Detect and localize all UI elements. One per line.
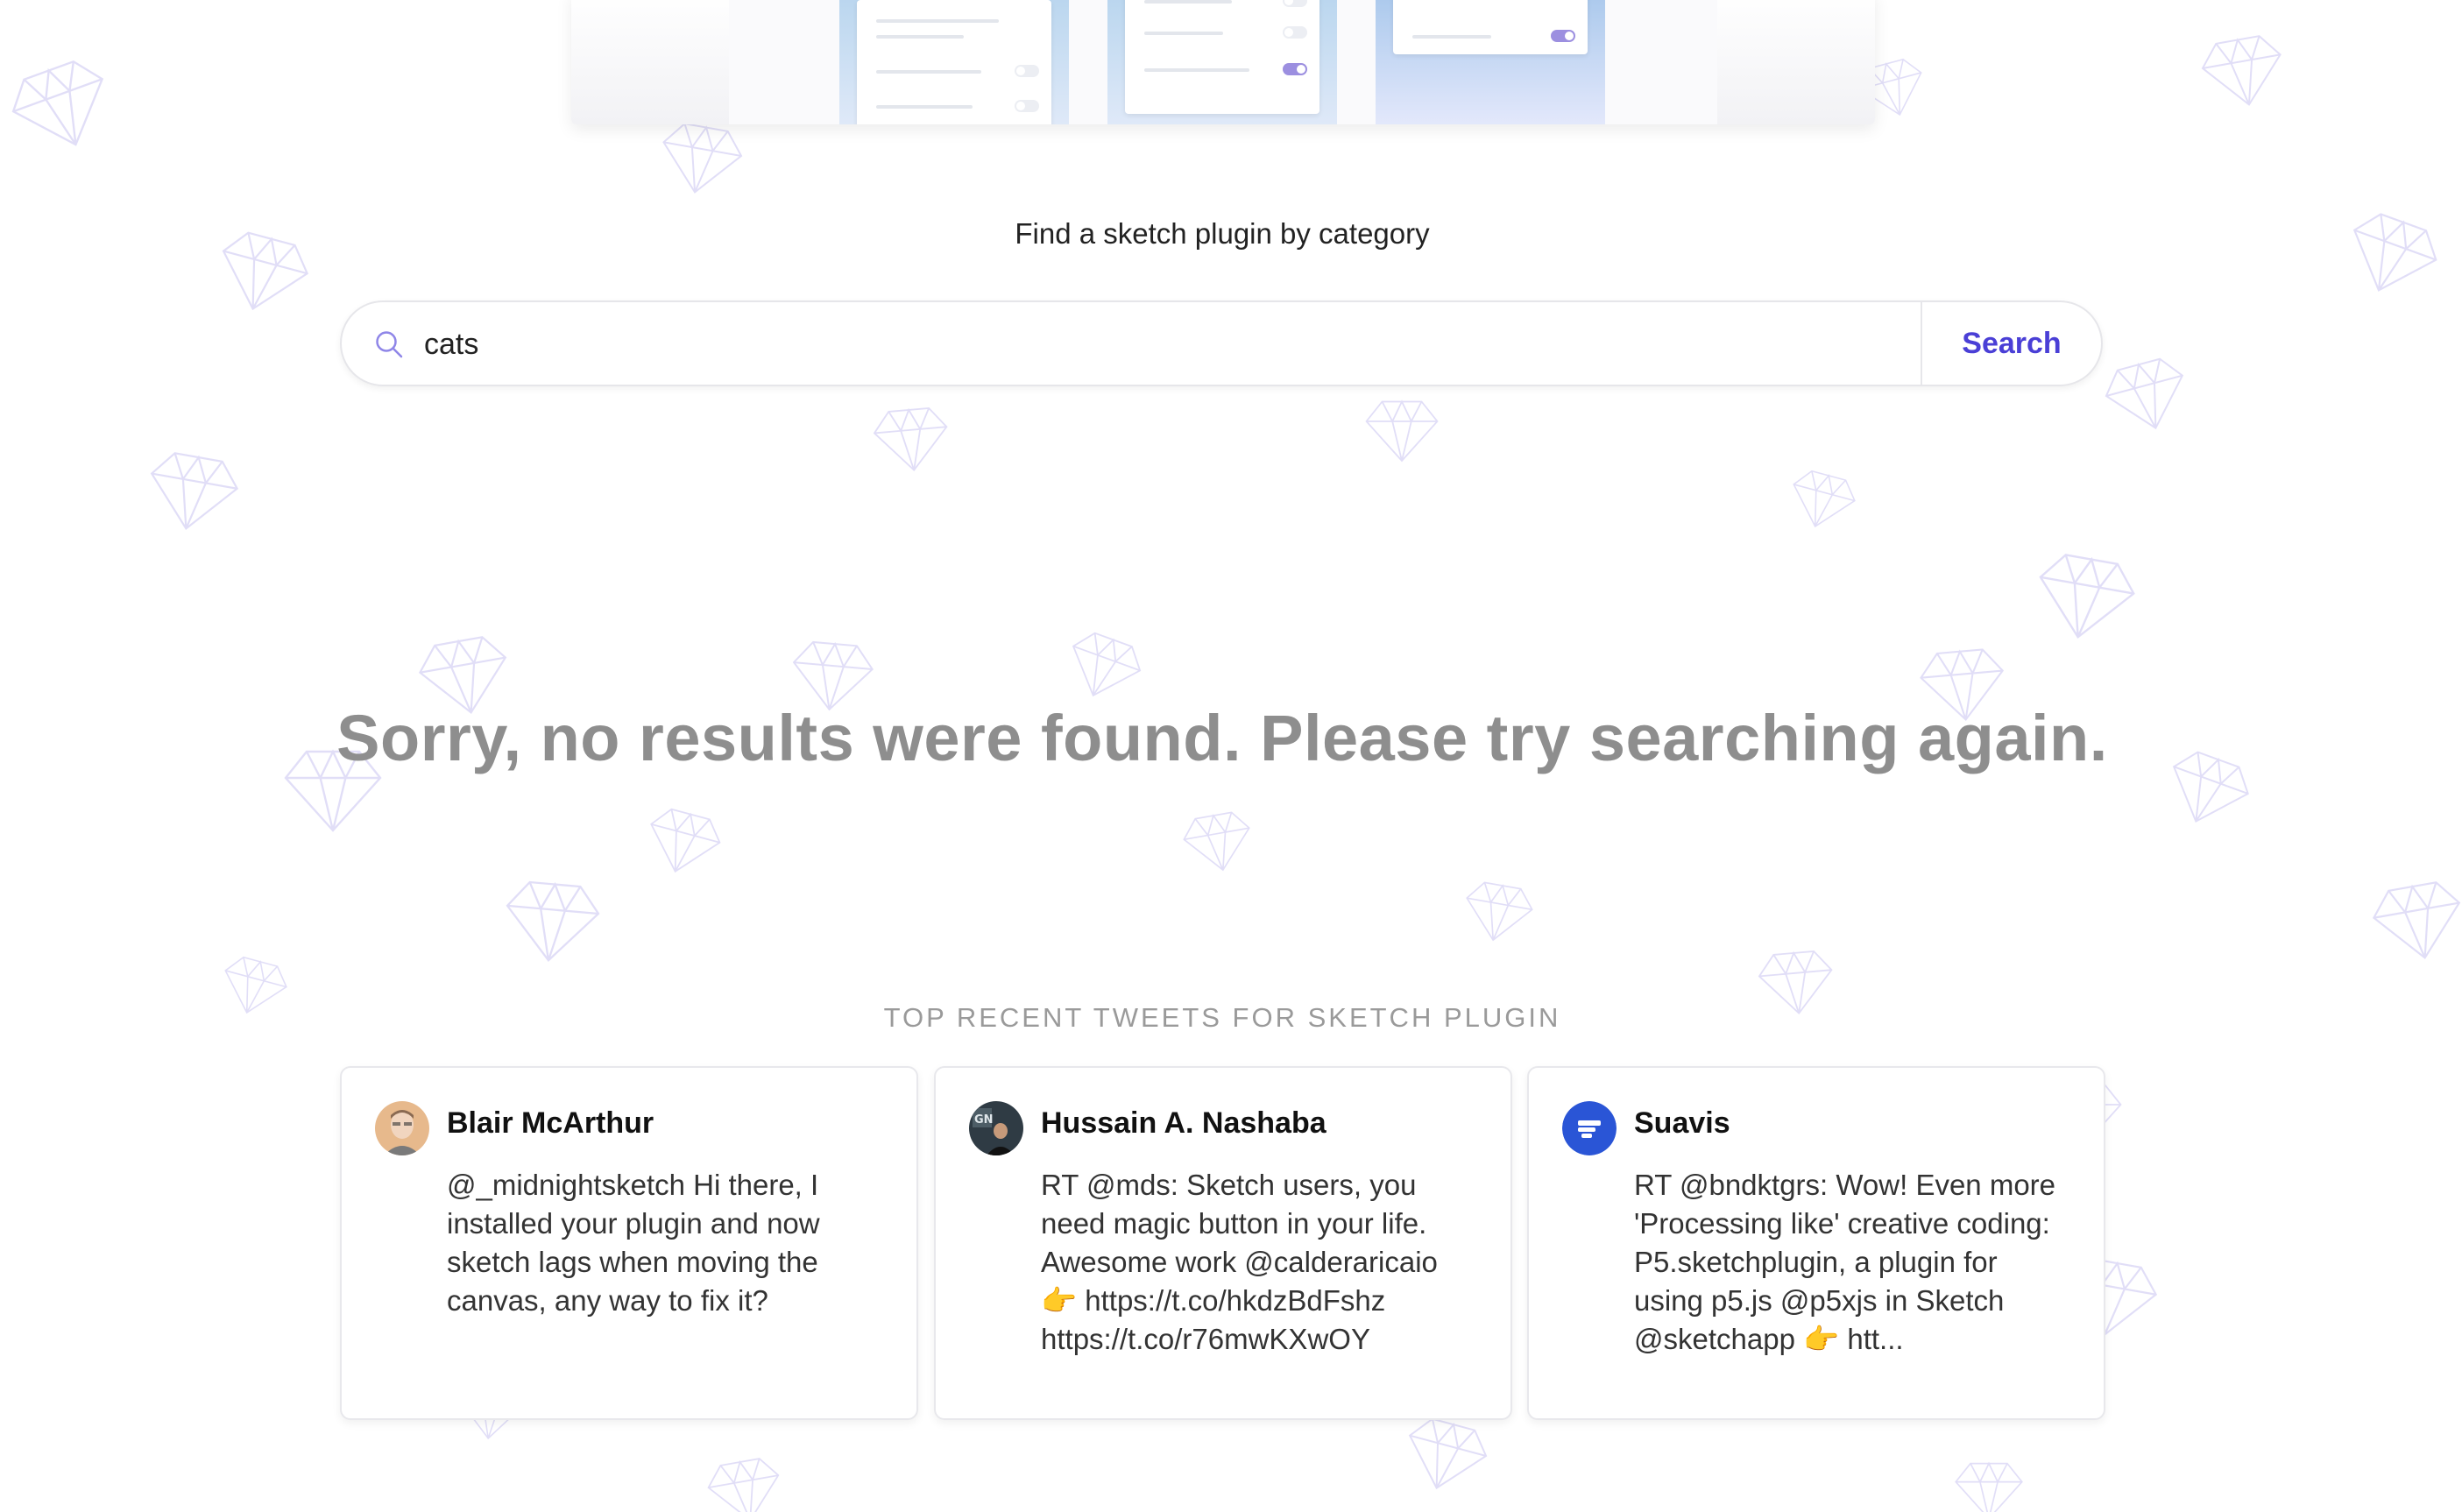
search-button[interactable]: Search: [1922, 302, 2101, 385]
tweets-section-heading: TOP RECENT TWEETS FOR SKETCH PLUGIN: [883, 1002, 1561, 1033]
diamond-icon: [707, 1458, 780, 1512]
search-icon: [376, 331, 403, 358]
search-bar[interactable]: Search: [340, 300, 2103, 386]
diamond-icon: [1072, 632, 1142, 697]
search-heading: Find a sketch plugin by category: [1015, 217, 1430, 250]
no-results-message: Sorry, no results were found. Please try…: [336, 702, 2108, 774]
diamond-icon: [873, 406, 948, 472]
diamond-icon: [11, 60, 104, 146]
tweet-author[interactable]: Blair McArthur: [447, 1106, 654, 1141]
hero-preview-image: [571, 0, 1875, 124]
diamond-icon: [1793, 470, 1856, 528]
tweet-author[interactable]: Hussain A. Nashaba: [1041, 1106, 1327, 1141]
diamond-icon: [2372, 881, 2461, 959]
svg-text:GN: GN: [974, 1113, 994, 1127]
tweet-text: RT @mds: Sketch users, you need magic bu…: [1041, 1169, 1438, 1355]
tweet-card[interactable]: Blair McArthur @_midnightsketch Hi there…: [340, 1066, 918, 1420]
avatar: GN: [969, 1101, 1023, 1155]
tweet-author[interactable]: Suavis: [1634, 1106, 1730, 1141]
tweet-text: @_midnightsketch Hi there, I installed y…: [447, 1169, 820, 1317]
diamond-icon: [2105, 357, 2184, 430]
diamond-icon: [1955, 1461, 2023, 1512]
avatar: [1562, 1101, 1617, 1155]
diamond-icon: [2039, 554, 2135, 639]
tweet-card[interactable]: GN Hussain A. Nashaba RT @mds: Sketch us…: [934, 1066, 1512, 1420]
diamond-icon: [1466, 881, 1533, 942]
tweet-text: RT @bndktgrs: Wow! Even more 'Processing…: [1634, 1169, 2056, 1355]
diamond-icon: [150, 452, 239, 530]
diamond-icon: [1408, 1417, 1488, 1490]
diamond-icon: [1183, 811, 1250, 872]
search-input[interactable]: [422, 318, 1898, 371]
diamond-icon: [506, 880, 600, 962]
tweet-card[interactable]: Suavis RT @bndktgrs: Wow! Even more 'Pro…: [1527, 1066, 2105, 1420]
avatar: [375, 1101, 429, 1155]
diamond-icon: [2201, 35, 2282, 106]
diamond-icon: [1365, 399, 1439, 463]
diamond-icon: [662, 123, 743, 194]
diamond-icon: [650, 808, 721, 873]
